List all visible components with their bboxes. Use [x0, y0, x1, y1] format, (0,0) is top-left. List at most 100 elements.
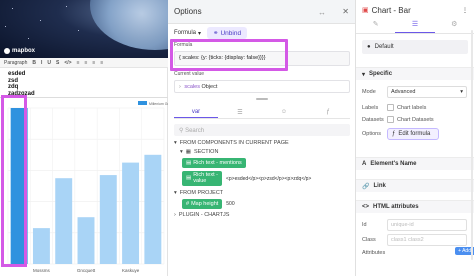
mapbox-logo: mapbox	[4, 48, 35, 54]
number-icon: #	[186, 201, 190, 207]
chevron-down-icon: ▾	[174, 140, 177, 146]
formula-mode-select[interactable]: Formula ▾	[174, 30, 201, 37]
bar[interactable]	[32, 228, 50, 264]
current-value-type: Object	[201, 84, 218, 90]
bar[interactable]	[77, 217, 95, 264]
code-button[interactable]: </>	[64, 60, 71, 66]
mode-select[interactable]: Advanced ▾	[387, 86, 467, 98]
tab-user[interactable]: ☺	[262, 107, 306, 118]
resize-handle[interactable]	[256, 98, 268, 100]
tab-settings-icon[interactable]: ☰	[395, 20, 435, 33]
mode-row: Mode Advanced ▾	[362, 86, 470, 98]
bold-button[interactable]: B	[32, 60, 36, 66]
options-title: Options	[174, 7, 202, 16]
options-panel: Options ✕ Formula ▾ ⚭ Unbind Formula { s…	[168, 0, 356, 276]
variable-tree: ▾ FROM COMPONENTS IN CURRENT PAGE ▾ ▦ SE…	[174, 140, 350, 221]
unlink-icon: ⚭	[213, 30, 219, 37]
rich-text-mentions-chip[interactable]: ▤ Rich text - mentions	[182, 158, 246, 168]
bar[interactable]	[99, 175, 117, 264]
options-row: Options ƒ Edit formula	[362, 128, 470, 140]
tab-style-icon[interactable]: ✎	[356, 20, 395, 33]
editor-canvas[interactable]: mapbox Paragraph B I U S </> ≡ ≡ ≡ ≡ esd…	[0, 0, 168, 276]
close-icon[interactable]: ✕	[342, 7, 349, 16]
underline-button[interactable]: U	[47, 60, 51, 66]
more-icon[interactable]: ⋮	[462, 7, 468, 14]
datasets-bind-toggle[interactable]	[387, 116, 394, 123]
rich-text-value-chip[interactable]: ▤ Rich text - value	[182, 171, 222, 186]
class-input[interactable]: class1 class2	[387, 234, 467, 246]
strike-button[interactable]: S	[56, 60, 59, 66]
tree-group-section[interactable]: ▾ ▦ SECTION	[174, 149, 350, 155]
tree-group-components[interactable]: ▾ FROM COMPONENTS IN CURRENT PAGE	[174, 140, 350, 146]
default-state-select[interactable]: ● Default	[362, 40, 468, 54]
edit-formula-button[interactable]: ƒ Edit formula	[387, 128, 439, 140]
chevron-down-icon: ▾	[174, 190, 177, 196]
section-specific[interactable]: ▾ Specific	[356, 67, 474, 80]
resize-cursor-icon: ↔	[318, 8, 326, 17]
section-icon: ▦	[185, 149, 191, 155]
element-title: Chart - Bar	[371, 5, 411, 15]
globe-graphic	[90, 0, 168, 50]
text-icon: ▤	[186, 160, 192, 166]
current-value-box[interactable]: › scales Object	[174, 80, 350, 93]
tree-group-plugin[interactable]: › PLUGIN - CHARTJS	[174, 212, 350, 218]
chevron-right-icon: ›	[174, 212, 176, 218]
paragraph-toolbar: Paragraph B I U S </> ≡ ≡ ≡ ≡	[0, 58, 168, 68]
x-tick-label: Kaskuye	[122, 268, 140, 273]
map-height-chip[interactable]: # Map height	[182, 199, 223, 209]
current-value-key: scales	[184, 84, 200, 90]
class-row: Class class1 class2	[362, 234, 470, 246]
formula-editor[interactable]: { scales: {y: {ticks: {display: false}}}…	[174, 51, 350, 66]
options-header: Options ✕	[168, 0, 355, 24]
tab-workflow-icon[interactable]: ⚙	[435, 20, 474, 33]
bar[interactable]	[10, 108, 28, 264]
bar-chart-svg: Millenium Gr Mossms Gncquett Kaskuye	[7, 101, 168, 273]
chevron-down-icon: ▾	[198, 30, 202, 37]
variable-value: <p>esded</p><p>zsd</p><p>zdq</p>	[225, 175, 312, 182]
section-element-name[interactable]: A Element's Name	[356, 157, 474, 170]
properties-header: ▣ Chart - Bar ⋮	[356, 0, 474, 20]
italic-button[interactable]: I	[41, 60, 42, 66]
id-row: Id unique-id	[362, 219, 470, 231]
bar[interactable]	[122, 162, 140, 264]
bar[interactable]	[55, 178, 73, 264]
tab-functions[interactable]: ƒ	[306, 107, 350, 118]
variable-row: ▤ Rich text - value <p>esded</p><p>zsd</…	[174, 171, 350, 186]
properties-panel: ▣ Chart - Bar ⋮ ✎ ☰ ⚙ ● Default ▾ Specif…	[356, 0, 474, 276]
align-justify-button[interactable]: ≡	[100, 60, 103, 66]
tree-group-project[interactable]: ▾ FROM PROJECT	[174, 190, 350, 196]
map-component[interactable]: mapbox	[0, 0, 168, 58]
text-icon: A	[362, 161, 367, 167]
bar-chart[interactable]: Millenium Gr Mossms Gncquett Kaskuye	[0, 97, 168, 276]
tab-variables[interactable]: var	[174, 107, 218, 118]
search-input[interactable]: ⚲ Search	[174, 124, 350, 136]
labels-bind-toggle[interactable]	[387, 104, 394, 111]
section-html-attributes[interactable]: <> HTML attributes	[356, 200, 474, 213]
search-icon: ⚲	[179, 128, 184, 134]
current-value-label: Current value	[174, 71, 205, 77]
align-right-button[interactable]: ≡	[92, 60, 95, 66]
chevron-right-icon[interactable]: ›	[179, 84, 181, 90]
formula-icon: ƒ	[392, 131, 396, 137]
datasets-row: Datasets Chart Datasets	[362, 116, 434, 123]
x-tick-label: Mossms	[33, 268, 50, 273]
tab-list[interactable]: ☰	[218, 107, 262, 118]
link-icon: 🔗	[362, 183, 370, 190]
labels-row: Labels Chart labels	[362, 104, 427, 111]
scrollbar[interactable]	[471, 30, 473, 260]
bar[interactable]	[144, 154, 162, 264]
legend-label: Millenium Gr	[149, 102, 168, 106]
id-input[interactable]: unique-id	[387, 219, 467, 231]
align-left-button[interactable]: ≡	[77, 60, 80, 66]
paragraph-select[interactable]: Paragraph	[4, 60, 27, 66]
unbind-button[interactable]: ⚭ Unbind	[207, 27, 248, 39]
align-center-button[interactable]: ≡	[85, 60, 88, 66]
variable-row: # Map height 500	[174, 199, 350, 209]
rich-text-content[interactable]: esded zsd zdq zadzqzad	[8, 71, 35, 97]
section-link[interactable]: 🔗 Link	[356, 179, 474, 192]
properties-tabs: ✎ ☰ ⚙	[356, 20, 474, 34]
options-toolbar: Formula ▾ ⚭ Unbind	[168, 24, 355, 42]
chart-icon: ▣	[362, 7, 369, 14]
variable-value: 500	[226, 201, 235, 207]
code-icon: <>	[362, 204, 370, 210]
